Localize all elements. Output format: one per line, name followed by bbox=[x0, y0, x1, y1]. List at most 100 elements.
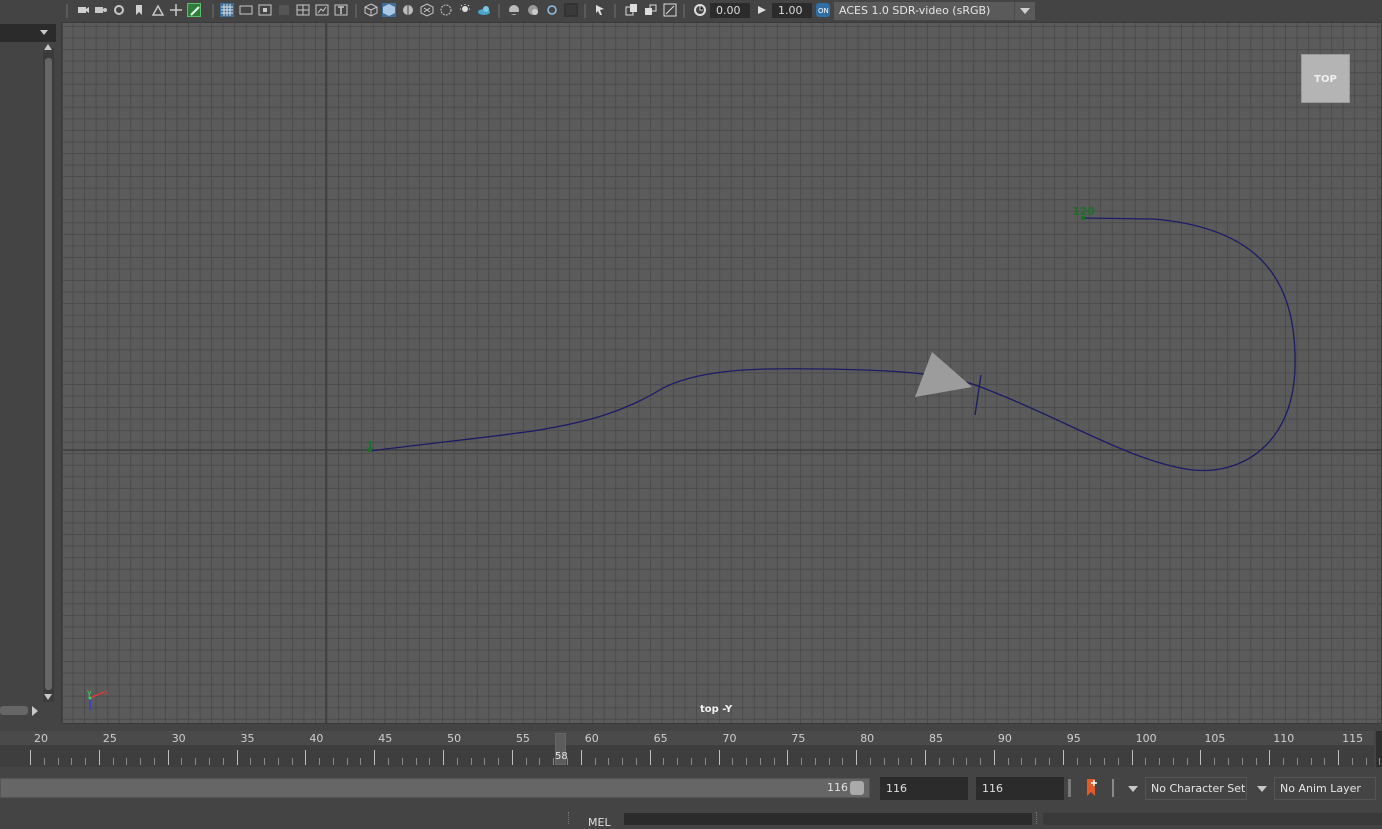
chevron-down-icon[interactable] bbox=[1014, 2, 1035, 20]
timeline-tick bbox=[1200, 750, 1202, 765]
panel-dropdown[interactable] bbox=[0, 24, 56, 42]
timeline-tick-label: 75 bbox=[791, 732, 806, 745]
timeline-tick-label: 25 bbox=[102, 732, 117, 745]
textured-icon[interactable] bbox=[420, 3, 434, 17]
grease-pencil-icon[interactable] bbox=[187, 3, 201, 17]
timeline-minor-tick bbox=[732, 758, 734, 765]
grip-handle[interactable] bbox=[1036, 812, 1039, 824]
character-set-dropdown[interactable]: No Character Set bbox=[1145, 777, 1247, 800]
timeline-tick bbox=[856, 750, 858, 765]
color-management-icon[interactable]: ON bbox=[816, 3, 830, 17]
camera-label: top -Y bbox=[700, 704, 733, 715]
scroll-up-icon[interactable] bbox=[44, 44, 52, 50]
exposure-field[interactable]: 0.00 bbox=[710, 3, 750, 18]
timeline-tick-label: 105 bbox=[1204, 732, 1226, 745]
wireframe-icon[interactable] bbox=[364, 3, 378, 17]
scroll-down-icon[interactable] bbox=[44, 694, 52, 700]
timeline-tick-label: 60 bbox=[584, 732, 599, 745]
timeline-minor-tick bbox=[1076, 758, 1078, 765]
horizontal-scrollbar[interactable] bbox=[0, 706, 28, 715]
toolbar-separator bbox=[212, 4, 214, 18]
resolution-gate-icon[interactable] bbox=[258, 3, 272, 17]
anim-layer-dropdown[interactable]: No Anim Layer bbox=[1274, 777, 1376, 800]
shadows-icon[interactable] bbox=[458, 3, 472, 17]
timeline-minor-tick bbox=[264, 758, 266, 765]
timeline-minor-tick bbox=[1186, 758, 1188, 765]
field-chart-icon[interactable] bbox=[296, 3, 310, 17]
timeline-minor-tick bbox=[1310, 758, 1312, 765]
timeline-minor-tick bbox=[1090, 758, 1092, 765]
range-divider bbox=[1068, 779, 1071, 797]
color-space-dropdown[interactable]: ACES 1.0 SDR-video (sRGB) bbox=[834, 2, 1034, 20]
grip-handle[interactable] bbox=[568, 812, 571, 824]
viewport-top[interactable] bbox=[63, 23, 1382, 723]
timeline-tick bbox=[98, 750, 100, 765]
smooth-shade-icon[interactable] bbox=[382, 3, 396, 17]
timeline-minor-tick bbox=[1214, 758, 1216, 765]
timeline-tick bbox=[1269, 750, 1271, 765]
safe-title-icon[interactable] bbox=[334, 3, 348, 17]
film-gate-icon[interactable] bbox=[239, 3, 253, 17]
image-plane-icon[interactable] bbox=[151, 3, 165, 17]
timeline-minor-tick bbox=[153, 758, 155, 765]
timeline-tick-label: 20 bbox=[34, 732, 48, 745]
timeline-minor-tick bbox=[773, 758, 775, 765]
gate-mask-icon[interactable] bbox=[277, 3, 291, 17]
toolbar-separator bbox=[355, 4, 357, 18]
timeline-minor-tick bbox=[250, 758, 252, 765]
xray-joints-icon[interactable] bbox=[594, 3, 608, 17]
toolbar-separator bbox=[614, 4, 616, 18]
anti-aliasing-icon[interactable] bbox=[526, 3, 540, 17]
timeline-tick bbox=[511, 750, 513, 765]
timeline-tick bbox=[649, 750, 651, 765]
timeline-minor-tick bbox=[1283, 758, 1285, 765]
fit-selection-icon[interactable] bbox=[663, 3, 677, 17]
range-start-field[interactable]: 116 bbox=[880, 777, 968, 800]
2d-pan-zoom-icon[interactable] bbox=[169, 3, 183, 17]
timeline-minor-tick bbox=[1351, 758, 1353, 765]
bookmark-icon[interactable] bbox=[132, 3, 146, 17]
timeline-tick bbox=[236, 750, 238, 765]
gamma-icon[interactable] bbox=[755, 3, 769, 17]
timeline-tick bbox=[167, 750, 169, 765]
range-slider[interactable] bbox=[0, 778, 870, 798]
timeline-minor-tick bbox=[911, 758, 913, 765]
screen-space-ao-icon[interactable] bbox=[477, 3, 491, 17]
time-slider-track[interactable] bbox=[0, 745, 1374, 767]
range-end-field[interactable]: 116 bbox=[976, 777, 1064, 800]
range-slider-handle[interactable] bbox=[850, 781, 864, 795]
auto-key-icon[interactable] bbox=[1085, 778, 1099, 798]
current-frame-label: 58 bbox=[555, 751, 568, 762]
view-cube[interactable]: TOP bbox=[1301, 54, 1350, 103]
isolate-select-icon[interactable] bbox=[545, 3, 559, 17]
command-input[interactable] bbox=[624, 813, 1032, 825]
timeline-minor-tick bbox=[1296, 758, 1298, 765]
wireframe-on-shaded-icon[interactable] bbox=[401, 3, 415, 17]
exposure-icon[interactable] bbox=[693, 3, 707, 17]
range-slider-value: 116 bbox=[827, 781, 848, 794]
timeline-minor-tick bbox=[126, 758, 128, 765]
xray-active-icon[interactable] bbox=[625, 3, 639, 17]
scroll-right-icon[interactable] bbox=[32, 706, 38, 716]
timeline-minor-tick bbox=[1117, 758, 1119, 765]
chevron-down-icon[interactable] bbox=[1128, 786, 1138, 792]
command-language-label[interactable]: MEL bbox=[588, 816, 611, 829]
timeline-minor-tick bbox=[415, 758, 417, 765]
safe-action-icon[interactable] bbox=[315, 3, 329, 17]
timeline-minor-tick bbox=[57, 758, 59, 765]
toolbar-separator bbox=[498, 4, 500, 18]
backface-culling-icon[interactable] bbox=[644, 3, 658, 17]
timeline-minor-tick bbox=[346, 758, 348, 765]
camera-attributes-icon[interactable] bbox=[94, 3, 108, 17]
scrollbar-thumb[interactable] bbox=[45, 58, 52, 690]
motion-blur-icon[interactable] bbox=[507, 3, 521, 17]
use-all-lights-icon[interactable] bbox=[439, 3, 453, 17]
xray-icon[interactable] bbox=[564, 3, 578, 17]
grid-icon[interactable] bbox=[220, 3, 234, 17]
chevron-down-icon[interactable] bbox=[1257, 786, 1267, 792]
camera-icon[interactable] bbox=[112, 3, 126, 17]
select-camera-icon[interactable] bbox=[76, 3, 90, 17]
timeline-tick-label: 50 bbox=[447, 732, 462, 745]
timeline-tick bbox=[374, 750, 376, 765]
gamma-field[interactable]: 1.00 bbox=[772, 3, 812, 18]
